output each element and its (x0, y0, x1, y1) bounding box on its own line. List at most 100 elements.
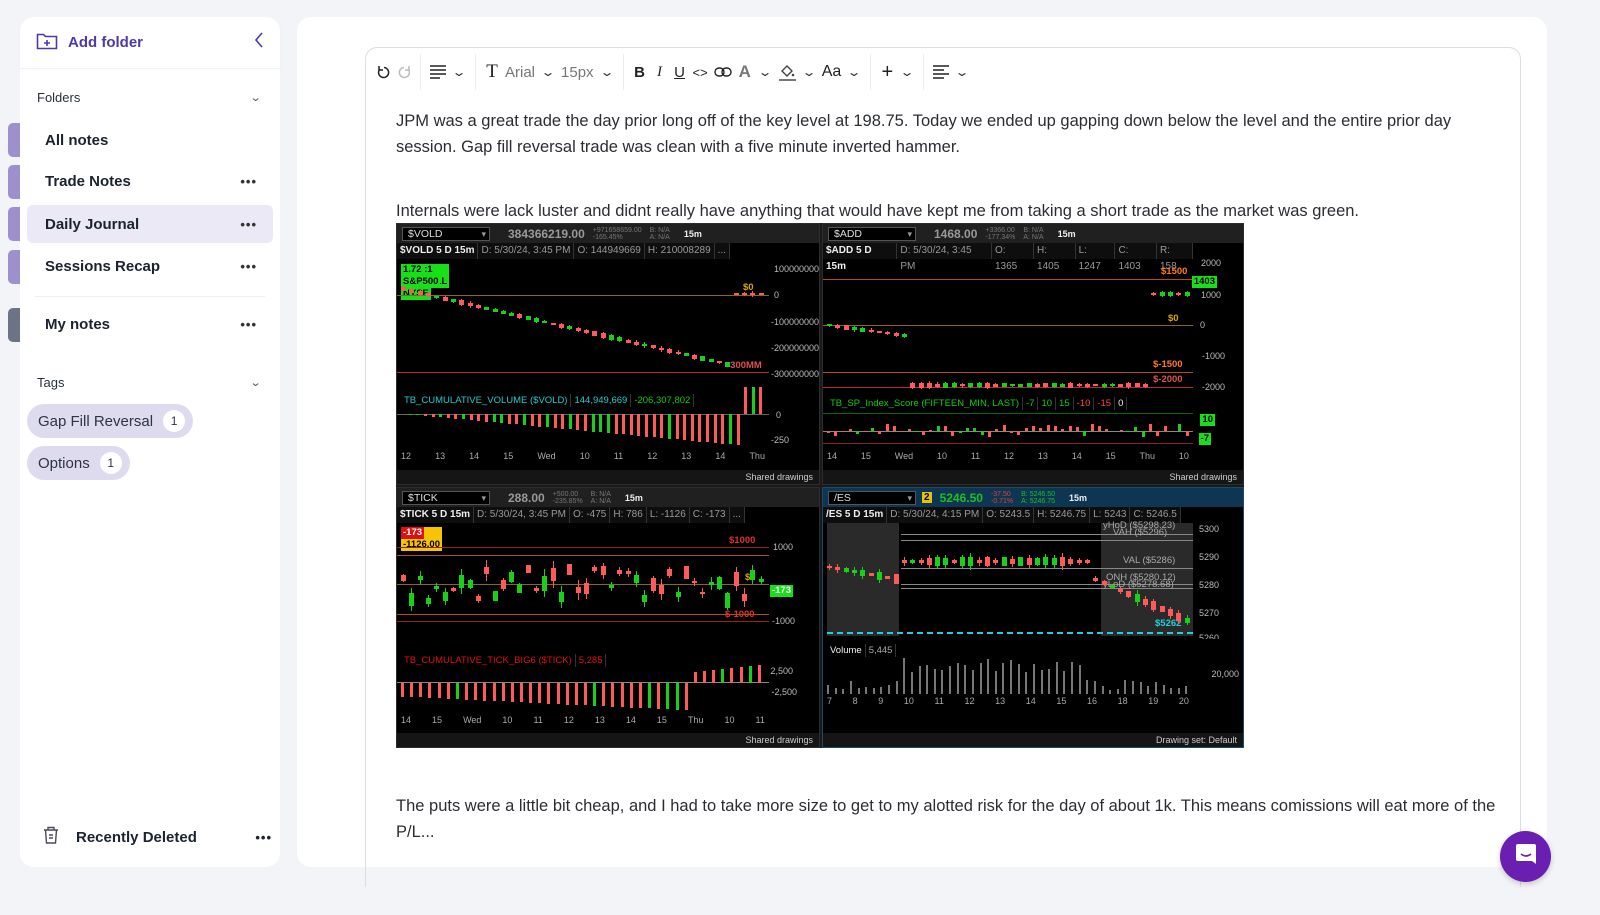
chevron-down-icon[interactable]: ⌄ (947, 57, 977, 87)
x-tick: 15 (656, 715, 667, 725)
folder-my-notes[interactable]: My notes ••• (27, 305, 273, 343)
folder-sessions-recap[interactable]: Sessions Recap ••• (27, 247, 273, 285)
folder-daily-journal[interactable]: Daily Journal ••• (27, 205, 273, 243)
chevron-down-icon[interactable]: ⌄ (444, 57, 474, 87)
link-icon[interactable] (711, 57, 735, 87)
histogram-bar (553, 413, 557, 429)
interval-selector[interactable]: 15m (684, 229, 702, 239)
histogram-bar (477, 413, 481, 421)
candle (725, 593, 731, 609)
more-options-icon[interactable]: ••• (240, 317, 257, 332)
chevron-down-icon: ⌄ (249, 376, 262, 389)
candle (650, 577, 656, 591)
candle (675, 592, 681, 598)
shared-drawings-label[interactable]: Shared drawings (1169, 472, 1237, 482)
bold-button[interactable]: B (630, 57, 650, 87)
candle (876, 330, 882, 334)
histogram-bar (713, 413, 717, 443)
candle (417, 290, 423, 296)
note-content-continued[interactable]: The puts were a little bit cheap, and I … (396, 793, 1496, 845)
symbol-selector[interactable]: $VOLD (402, 226, 490, 241)
tag-options[interactable]: Options 1 (27, 446, 130, 480)
chevron-down-icon[interactable]: ⌄ (892, 57, 922, 87)
candle (692, 354, 698, 359)
interval-selector[interactable]: 15m (1069, 493, 1087, 503)
chevron-down-icon[interactable]: ⌄ (750, 57, 780, 87)
y-tick: -1000 (771, 616, 795, 626)
chevron-down-icon[interactable]: ⌄ (592, 57, 622, 87)
more-options-icon[interactable]: ••• (255, 830, 272, 845)
volume-bar (971, 669, 974, 694)
collapse-sidebar-icon[interactable] (254, 32, 264, 53)
redo-button[interactable] (394, 57, 414, 87)
link-group-badge[interactable]: 2 (922, 492, 932, 503)
y-tick: -1000 (1201, 351, 1225, 361)
candle (1034, 558, 1040, 565)
interval-selector[interactable]: 15m (1058, 229, 1076, 239)
interval-selector[interactable]: 15m (625, 493, 643, 503)
undo-button[interactable] (374, 57, 394, 87)
folders-section-header[interactable]: Folders ⌄ (20, 87, 280, 107)
volume-bar (865, 686, 868, 694)
underline-button[interactable]: U (670, 57, 690, 87)
chart-footer: Drawing set: Default (823, 733, 1243, 747)
candle (450, 587, 456, 591)
histogram-bar (995, 429, 999, 431)
folder-all-notes[interactable]: All notes (27, 121, 273, 159)
candle (1101, 580, 1107, 586)
folder-label: My notes (45, 315, 111, 333)
symbol-header: /ES 2 5246.50 -37.50-0.71% B: 5246.50A: … (823, 488, 1243, 507)
more-options-icon[interactable]: ••• (240, 174, 257, 189)
histogram-bar (565, 683, 569, 705)
histogram-bar (599, 413, 603, 433)
candle (1034, 383, 1040, 387)
candle (943, 557, 949, 566)
symbol-selector[interactable]: /ES (828, 490, 916, 505)
volume-bar (1177, 687, 1180, 694)
tag-gap-fill-reversal[interactable]: Gap Fill Reversal 1 (27, 404, 194, 438)
candle (926, 558, 932, 565)
histogram-bar (739, 666, 743, 684)
candle (717, 361, 723, 364)
note-content[interactable]: JPM was a great trade the day prior long… (396, 108, 1496, 224)
candle (750, 292, 756, 296)
shared-drawings-label[interactable]: Shared drawings (745, 472, 813, 482)
candle (1151, 600, 1157, 611)
candle (542, 320, 548, 324)
add-folder-button[interactable]: Add folder (36, 32, 143, 54)
y-tick: 100000000 (773, 264, 819, 274)
symbol-selector[interactable]: $ADD (828, 226, 916, 241)
more-options-icon[interactable]: ••• (240, 217, 257, 232)
candle (910, 382, 916, 388)
recently-deleted[interactable]: Recently Deleted ••• (42, 825, 272, 849)
note-paragraph: The puts were a little bit cheap, and I … (396, 797, 1496, 841)
x-tick: 14 (1071, 451, 1082, 461)
histogram-bar (652, 413, 656, 438)
histogram-bar (611, 683, 615, 707)
italic-button[interactable]: I (650, 57, 670, 87)
symbol-header: $ADD 1468.00 +3366.00-177.34% B: N/AA: N… (823, 224, 1243, 243)
chat-support-button[interactable] (1500, 831, 1551, 882)
chevron-down-icon[interactable]: ⌄ (533, 57, 563, 87)
shared-drawings-label[interactable]: Shared drawings (745, 735, 813, 745)
rich-text-editor[interactable]: ⌄ T Arial ⌄ 15px ⌄ B I U <> A ⌄ ⌄ Aa ⌄ +… (365, 47, 1521, 887)
y-tick: 5280 (1198, 580, 1219, 590)
code-icon[interactable]: <> (690, 57, 711, 87)
candle (960, 557, 966, 566)
candle (442, 296, 448, 301)
chevron-down-icon[interactable]: ⌄ (794, 57, 824, 87)
tags-section-header[interactable]: Tags ⌄ (20, 372, 280, 392)
folder-trade-notes[interactable]: Trade Notes ••• (27, 162, 273, 200)
tag-label: Options (38, 454, 90, 472)
histogram-bar (620, 683, 624, 708)
font-size-select[interactable]: 15px (558, 57, 597, 87)
more-options-icon[interactable]: ••• (240, 259, 257, 274)
symbol-selector[interactable]: $TICK (402, 490, 490, 505)
embedded-chart-image[interactable]: $VOLD 384366219.00 +971658659.00-165.45%… (396, 223, 1244, 748)
candle (509, 571, 515, 582)
x-tick: Thu (687, 715, 704, 725)
study-header: TB_SP_Index_Score (FIFTEEN_MIN, LAST) -7 1… (827, 397, 1128, 410)
drawing-set-label[interactable]: Drawing set: Default (1156, 735, 1237, 745)
chevron-down-icon[interactable]: ⌄ (839, 57, 869, 87)
ohlc-info: $VOLD 5 D 15m D: 5/30/24, 3:45 PM O: 14494… (397, 243, 769, 259)
